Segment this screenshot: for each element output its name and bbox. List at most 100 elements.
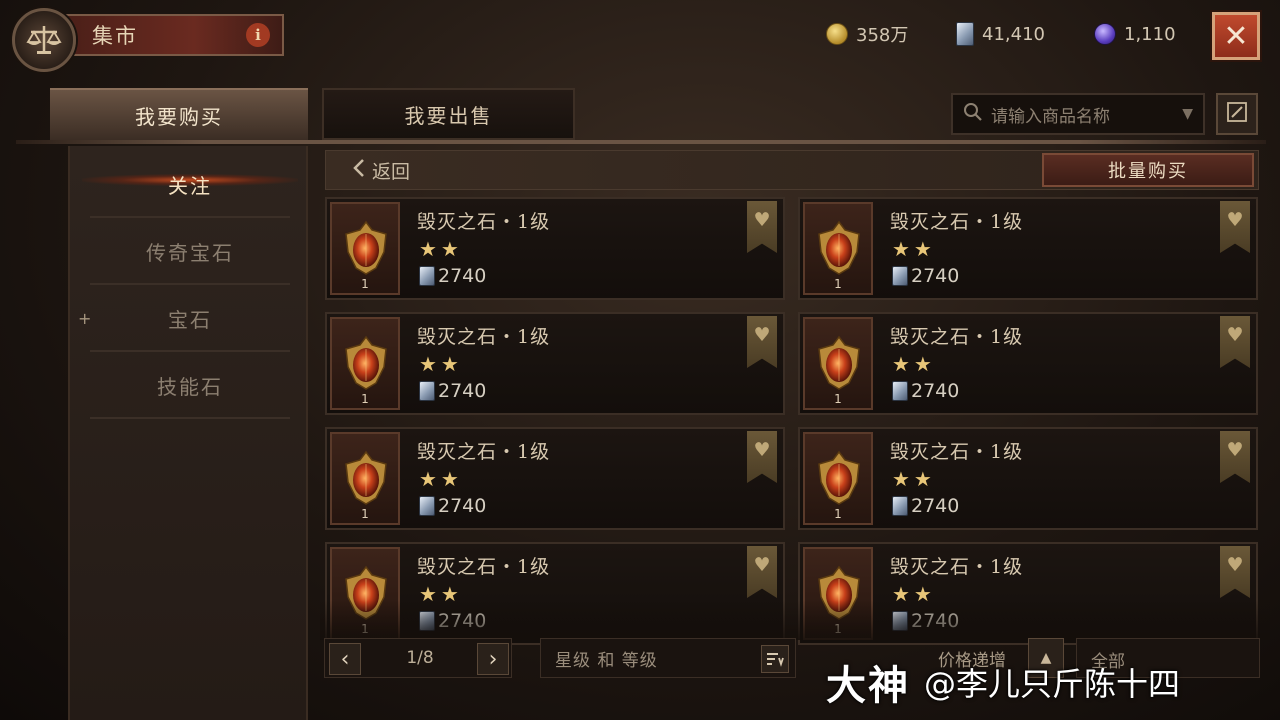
item-stars: ★★ (892, 582, 936, 606)
back-button[interactable]: 返回 (352, 156, 410, 184)
next-page-button[interactable]: › (477, 643, 509, 675)
gold-amount: 358万 (856, 25, 909, 46)
watermark-handle: @李儿只斤陈十四 (924, 665, 1181, 703)
item-thumbnail: 1 (803, 432, 873, 525)
item-stars: ★★ (419, 352, 463, 376)
chevron-left-icon (352, 158, 366, 183)
item-thumbnail: 1 (803, 317, 873, 410)
item-card[interactable]: 1 毁灭之石・1级 ★★ 2740 ♥ (325, 197, 785, 300)
sidebar-item-legendary-gems[interactable]: 传奇宝石 (90, 219, 290, 285)
item-name: 毁灭之石・1级 (890, 211, 1024, 233)
favorite-heart-icon[interactable]: ♥ (1220, 546, 1250, 598)
favorite-heart-icon[interactable]: ♥ (747, 546, 777, 598)
blue-gem-icon (419, 381, 435, 401)
blue-gem-icon (419, 496, 435, 516)
item-level: 1 (361, 622, 369, 636)
item-price: 2740 (419, 265, 486, 287)
item-level: 1 (834, 277, 842, 291)
edit-icon (1226, 101, 1248, 127)
chevron-down-icon[interactable]: ▼ (1182, 106, 1193, 122)
info-icon[interactable]: i (246, 23, 270, 47)
favorite-heart-icon[interactable]: ♥ (1220, 431, 1250, 483)
blue-gem-icon (419, 611, 435, 631)
item-name: 毁灭之石・1级 (890, 326, 1024, 348)
item-level: 1 (361, 392, 369, 406)
item-price: 2740 (419, 610, 486, 632)
item-card[interactable]: 1 毁灭之石・1级 ★★ 2740 ♥ (325, 312, 785, 415)
sidebar-item-favorites[interactable]: 关注 (90, 152, 290, 218)
item-stars: ★★ (419, 467, 463, 491)
pagination: ‹ 1/8 › (324, 638, 512, 678)
item-card[interactable]: 1 毁灭之石・1级 ★★ 2740 ♥ (798, 312, 1258, 415)
item-level: 1 (834, 392, 842, 406)
blue-gem-icon (956, 22, 974, 46)
item-stars: ★★ (892, 352, 936, 376)
item-price-value: 2740 (438, 610, 487, 632)
orb-amount: 1,110 (1124, 23, 1176, 45)
tab-sell[interactable]: 我要出售 (322, 88, 575, 140)
blue-gem-icon (892, 496, 908, 516)
blue-gem-icon (892, 381, 908, 401)
page-title: 集市 (92, 24, 138, 48)
expand-icon[interactable]: + (78, 309, 91, 328)
item-name: 毁灭之石・1级 (890, 441, 1024, 463)
item-card[interactable]: 1 毁灭之石・1级 ★★ 2740 ♥ (325, 427, 785, 530)
category-sidebar: 关注 传奇宝石 宝石 技能石 (68, 146, 308, 720)
sidebar-item-skill-stones[interactable]: 技能石 (90, 353, 290, 419)
item-stars: ★★ (892, 237, 936, 261)
close-icon: ✕ (1223, 18, 1249, 54)
favorite-heart-icon[interactable]: ♥ (747, 201, 777, 253)
watermark: 大神 @李儿只斤陈十四 (826, 652, 1180, 712)
item-thumbnail: 1 (330, 202, 400, 295)
item-card[interactable]: 1 毁灭之石・1级 ★★ 2740 ♥ (798, 542, 1258, 645)
watermark-brand: 大神 (826, 663, 910, 709)
favorite-heart-icon[interactable]: ♥ (747, 316, 777, 368)
gold-currency: 358万 (826, 20, 908, 48)
page-indicator: 1/8 (406, 648, 434, 668)
item-level: 1 (834, 622, 842, 636)
blue-gem-icon (419, 266, 435, 286)
item-price: 2740 (892, 265, 959, 287)
sort-select[interactable]: 星级 和 等级 (540, 638, 796, 678)
item-price-value: 2740 (911, 495, 960, 517)
item-thumbnail: 1 (330, 432, 400, 525)
bulk-buy-button[interactable]: 批量购买 (1042, 153, 1254, 187)
gem-currency: 41,410 (956, 20, 1045, 48)
gem-amount: 41,410 (982, 23, 1045, 45)
sort-icon[interactable] (761, 645, 789, 673)
tab-divider (16, 140, 1266, 144)
item-card[interactable]: 1 毁灭之石・1级 ★★ 2740 ♥ (798, 427, 1258, 530)
item-thumbnail: 1 (803, 202, 873, 295)
item-price: 2740 (892, 380, 959, 402)
item-price: 2740 (419, 380, 486, 402)
item-price: 2740 (892, 495, 959, 517)
search-input[interactable]: 请输入商品名称 ▼ (951, 93, 1205, 135)
sort-label: 星级 和 等级 (555, 650, 658, 671)
item-name: 毁灭之石・1级 (417, 326, 551, 348)
item-name: 毁灭之石・1级 (417, 556, 551, 578)
tab-buy[interactable]: 我要购买 (50, 88, 308, 140)
back-label: 返回 (372, 160, 411, 183)
item-price: 2740 (419, 495, 486, 517)
item-card[interactable]: 1 毁灭之石・1级 ★★ 2740 ♥ (798, 197, 1258, 300)
favorite-heart-icon[interactable]: ♥ (1220, 201, 1250, 253)
item-level: 1 (361, 277, 369, 291)
prev-page-button[interactable]: ‹ (329, 643, 361, 675)
sidebar-item-gems[interactable]: 宝石 (90, 286, 290, 352)
item-name: 毁灭之石・1级 (890, 556, 1024, 578)
favorite-heart-icon[interactable]: ♥ (1220, 316, 1250, 368)
gold-coin-icon (826, 23, 848, 45)
item-name: 毁灭之石・1级 (417, 441, 551, 463)
edit-filter-button[interactable] (1216, 93, 1258, 135)
item-card[interactable]: 1 毁灭之石・1级 ★★ 2740 ♥ (325, 542, 785, 645)
favorite-heart-icon[interactable]: ♥ (747, 431, 777, 483)
item-price-value: 2740 (911, 610, 960, 632)
item-thumbnail: 1 (803, 547, 873, 640)
item-stars: ★★ (419, 237, 463, 261)
item-price: 2740 (892, 610, 959, 632)
search-icon (963, 102, 983, 127)
item-price-value: 2740 (438, 265, 487, 287)
close-button[interactable]: ✕ (1212, 12, 1260, 60)
item-price-value: 2740 (438, 380, 487, 402)
search-placeholder: 请输入商品名称 (991, 106, 1110, 127)
